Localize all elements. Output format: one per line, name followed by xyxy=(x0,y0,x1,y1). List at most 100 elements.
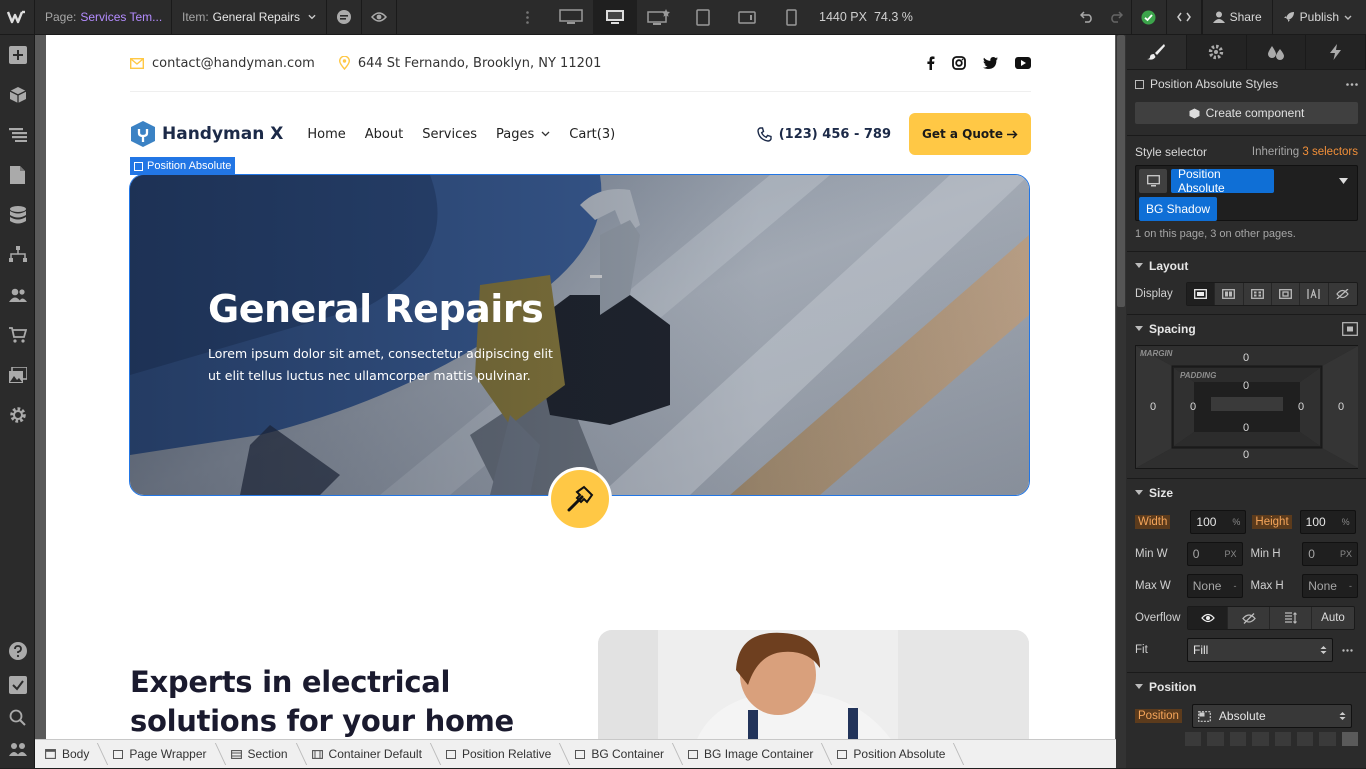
preset-bottom-right-icon[interactable] xyxy=(1252,732,1269,746)
margin-left-value[interactable]: 0 xyxy=(1150,401,1156,413)
facebook-icon[interactable] xyxy=(927,56,935,70)
twitter-icon[interactable] xyxy=(983,57,998,69)
redo-icon[interactable] xyxy=(1102,0,1132,35)
style-manager-drops-icon[interactable] xyxy=(1246,35,1307,69)
crumb-position-relative[interactable]: Position Relative xyxy=(436,740,565,769)
margin-bottom-value[interactable]: 0 xyxy=(1243,449,1249,461)
breakpoint-base-star-icon[interactable] xyxy=(637,0,681,35)
crumb-section[interactable]: Section xyxy=(221,740,302,769)
max-width-input[interactable]: None - xyxy=(1186,574,1243,598)
crumb-bg-container[interactable]: BG Container xyxy=(565,740,678,769)
crumb-container-default[interactable]: Container Default xyxy=(302,740,436,769)
selected-element-tag[interactable]: Position Absolute xyxy=(130,157,236,175)
crumb-page-wrapper[interactable]: Page Wrapper xyxy=(103,740,220,769)
selector-dropdown-icon[interactable] xyxy=(1339,178,1348,184)
code-export-icon[interactable] xyxy=(1167,0,1202,35)
preset-bottom-left-icon[interactable] xyxy=(1229,732,1247,746)
overflow-scroll-icon[interactable] xyxy=(1270,607,1312,629)
selector-chip-bg-shadow[interactable]: BG Shadow xyxy=(1139,197,1218,221)
overflow-hidden-eye-icon[interactable] xyxy=(1228,607,1270,629)
nav-pages[interactable]: Pages xyxy=(496,127,550,142)
inheriting-info[interactable]: Inheriting 3 selectors xyxy=(1252,146,1358,158)
create-component-button[interactable]: Create component xyxy=(1135,102,1358,124)
preset-full-icon[interactable] xyxy=(1341,732,1358,746)
phone-link[interactable]: (123) 456 - 789 xyxy=(757,127,891,142)
scrollbar-thumb[interactable] xyxy=(1117,35,1125,307)
preset-left-icon[interactable] xyxy=(1274,732,1291,746)
assets-images-icon[interactable] xyxy=(0,355,35,395)
webflow-logo-icon[interactable] xyxy=(0,0,35,35)
min-height-input[interactable]: 0 PX xyxy=(1302,542,1358,566)
display-block-icon[interactable] xyxy=(1186,283,1216,305)
padding-left-value[interactable]: 0 xyxy=(1190,401,1196,413)
padding-right-value[interactable]: 0 xyxy=(1298,401,1304,413)
display-inline-text-icon[interactable] xyxy=(1300,283,1329,305)
crumb-position-absolute[interactable]: Position Absolute xyxy=(827,740,959,769)
preview-eye-icon[interactable] xyxy=(362,0,397,35)
preset-top-left-icon[interactable] xyxy=(1185,732,1202,746)
style-brush-tab-icon[interactable] xyxy=(1127,35,1187,69)
width-input[interactable]: 100 % xyxy=(1190,510,1247,534)
cms-database-icon[interactable] xyxy=(0,195,35,235)
youtube-icon[interactable] xyxy=(1015,57,1031,69)
height-input[interactable]: 100 % xyxy=(1299,510,1356,534)
breakpoint-landscape-icon[interactable] xyxy=(725,0,769,35)
comments-icon[interactable] xyxy=(327,0,362,35)
position-select[interactable]: Absolute xyxy=(1191,704,1352,728)
collaborators-icon[interactable] xyxy=(0,729,35,769)
preset-right-icon[interactable] xyxy=(1296,732,1314,746)
breakpoint-desktop-icon[interactable] xyxy=(593,0,637,35)
publish-button[interactable]: Publish xyxy=(1271,0,1366,35)
crumb-bg-image-container[interactable]: BG Image Container xyxy=(678,740,827,769)
padding-bottom-value[interactable]: 0 xyxy=(1243,422,1249,434)
display-flex-icon[interactable] xyxy=(1215,283,1244,305)
interactions-bolt-icon[interactable] xyxy=(1306,35,1366,69)
margin-right-value[interactable]: 0 xyxy=(1338,401,1344,413)
more-horizontal-icon[interactable] xyxy=(1346,82,1358,86)
logic-flow-icon[interactable] xyxy=(0,235,35,275)
min-width-input[interactable]: 0 PX xyxy=(1186,542,1243,566)
selector-chip-position-absolute[interactable]: Position Absolute xyxy=(1171,167,1274,195)
page-selector[interactable]: Page: Services Tem... xyxy=(35,0,172,35)
crumb-body[interactable]: Body xyxy=(35,740,103,769)
breakpoint-xxl-icon[interactable] xyxy=(549,0,593,35)
panel-scrollbar[interactable] xyxy=(1116,35,1126,768)
display-grid-icon[interactable] xyxy=(1243,283,1272,305)
spacing-section-header[interactable]: Spacing xyxy=(1127,314,1366,342)
position-section-header[interactable]: Position xyxy=(1127,672,1366,700)
layout-section-header[interactable]: Layout xyxy=(1127,251,1366,279)
pages-icon[interactable] xyxy=(0,155,35,195)
designer-canvas[interactable]: contact@handyman.com 644 St Fernando, Br… xyxy=(35,35,1116,739)
nav-about[interactable]: About xyxy=(365,127,403,142)
email-item[interactable]: contact@handyman.com xyxy=(130,56,315,71)
nav-services[interactable]: Services xyxy=(422,127,477,142)
preset-top-icon[interactable] xyxy=(1319,732,1336,746)
margin-top-value[interactable]: 0 xyxy=(1243,352,1249,364)
display-none-icon[interactable] xyxy=(1328,283,1357,305)
users-icon[interactable] xyxy=(0,275,35,315)
get-quote-button[interactable]: Get a Quote xyxy=(909,113,1031,155)
fit-select[interactable]: Fill xyxy=(1187,638,1333,662)
max-height-input[interactable]: None - xyxy=(1302,574,1358,598)
hero-banner[interactable]: General Repairs Lorem ipsum dolor sit am… xyxy=(129,174,1030,496)
brand-logo[interactable]: Handyman X xyxy=(130,120,283,148)
nav-cart[interactable]: Cart(3) xyxy=(569,127,615,142)
overflow-auto-option[interactable]: Auto xyxy=(1312,607,1354,629)
nav-home[interactable]: Home xyxy=(307,127,345,142)
settings-gear-icon[interactable] xyxy=(0,395,35,435)
preset-top-right-icon[interactable] xyxy=(1207,732,1224,746)
undo-icon[interactable] xyxy=(1072,0,1102,35)
breakpoint-mobile-icon[interactable] xyxy=(769,0,813,35)
navigator-icon[interactable] xyxy=(0,115,35,155)
publish-status-check-icon[interactable] xyxy=(1132,0,1167,35)
more-dots-icon[interactable] xyxy=(517,0,537,35)
instagram-icon[interactable] xyxy=(952,56,966,70)
share-button[interactable]: Share xyxy=(1201,0,1272,35)
style-selector-field[interactable]: Position Absolute BG Shadow xyxy=(1135,165,1358,221)
item-selector[interactable]: Item: General Repairs xyxy=(172,0,327,35)
overflow-visible-eye-icon[interactable] xyxy=(1188,607,1228,629)
size-section-header[interactable]: Size xyxy=(1127,478,1366,506)
ecommerce-cart-icon[interactable] xyxy=(0,315,35,355)
breakpoint-tablet-icon[interactable] xyxy=(681,0,725,35)
more-horizontal-icon[interactable] xyxy=(1342,648,1353,652)
